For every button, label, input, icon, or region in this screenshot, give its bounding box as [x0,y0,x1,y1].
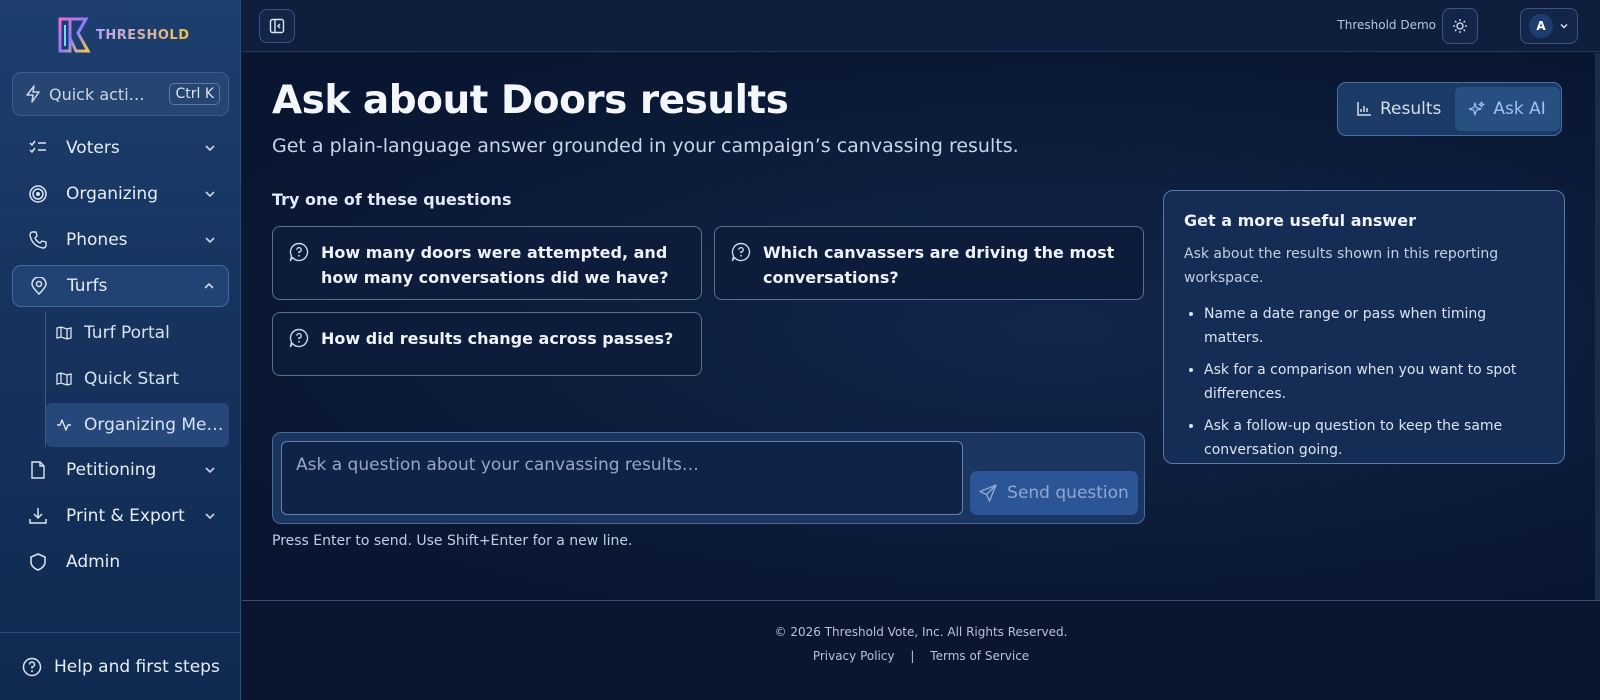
sidebar-nav: Voters Organizing Phones Turfs Turf Port… [12,127,229,587]
page-subtitle: Get a plain-language answer grounded in … [272,135,1019,157]
chevron-down-icon [1560,24,1568,29]
footer-links: Privacy Policy | Terms of Service [242,649,1600,663]
avatar: A [1529,14,1553,38]
panel-left-icon [269,18,285,34]
sidebar-item-label: Admin [66,552,121,572]
shield-icon [28,552,48,572]
suggested-question-text: How many doors were attempted, and how m… [321,243,669,287]
bar-chart-icon [1357,102,1371,116]
sidebar-toggle-button[interactable] [259,9,295,43]
help-circle-icon [22,657,42,676]
privacy-policy-link[interactable]: Privacy Policy [813,649,895,663]
brand-name: THRESHOLD [96,27,190,43]
document-icon [28,460,48,480]
page-title: Ask about Doors results [272,78,789,123]
sidebar-item-label: Print & Export [66,506,185,526]
sidebar-item-print-export[interactable]: Print & Export [12,495,229,537]
suggested-question-text: Which canvassers are driving the most co… [763,243,1115,287]
sidebar-item-voters[interactable]: Voters [12,127,229,169]
checklist-icon [28,138,48,158]
suggested-question[interactable]: How did results change across passes? [272,312,702,376]
activity-icon [56,417,72,433]
quick-actions-button[interactable]: Quick actions Ctrl K [12,72,229,116]
question-bubble-icon [289,328,309,348]
sidebar-subitem-label: Turf Portal [84,323,170,343]
quick-actions-label: Quick actions [49,84,149,104]
question-composer: Ask a question about your canvassing res… [272,432,1145,524]
sidebar-item-label: Voters [66,138,120,158]
chevron-down-icon [205,191,215,198]
tab-results-label: Results [1380,99,1442,119]
target-icon [28,184,48,204]
help-button[interactable]: Help and first steps [0,632,241,700]
chevron-down-icon [205,145,215,152]
sidebar-item-label: Organizing [66,184,158,204]
send-question-label: Send question [1007,483,1129,503]
sidebar-item-petitioning[interactable]: Petitioning [12,449,229,491]
lightning-icon [26,85,40,103]
question-bubble-icon [289,242,309,262]
sidebar-subitem-organizing-metrics[interactable]: Organizing Metrics [46,403,229,447]
top-bar: Threshold Demo A [242,0,1600,52]
map-pin-icon [29,276,49,296]
suggested-question[interactable]: How many doors were attempted, and how m… [272,226,702,300]
sidebar-item-turfs[interactable]: Turfs [12,265,229,307]
theme-toggle-button[interactable] [1442,8,1478,44]
organization-name: Threshold Demo [1337,18,1436,32]
tips-intro: Ask about the results shown in this repo… [1184,246,1499,286]
tips-list: Name a date range or pass when timing ma… [1184,302,1544,462]
sidebar-item-admin[interactable]: Admin [12,541,229,583]
sidebar-subitem-label: Organizing Metrics [84,415,224,435]
chevron-down-icon [205,237,215,244]
send-question-button[interactable]: Send question [970,471,1138,515]
brand-logo[interactable]: THRESHOLD [56,16,190,54]
footer: © 2026 Threshold Vote, Inc. All Rights R… [242,600,1600,700]
suggestions-heading: Try one of these questions [272,190,512,209]
question-bubble-icon [731,242,751,262]
scrollbar[interactable] [1595,53,1600,600]
chevron-down-icon [205,513,215,520]
main-content: Ask about Doors results Get a plain-lang… [242,53,1600,600]
suggested-question[interactable]: Which canvassers are driving the most co… [714,226,1144,300]
sidebar-item-phones[interactable]: Phones [12,219,229,261]
chevron-down-icon [205,467,215,474]
sidebar-item-organizing[interactable]: Organizing [12,173,229,215]
tips-title: Get a more useful answer [1184,211,1416,230]
copyright: © 2026 Threshold Vote, Inc. All Rights R… [774,625,1068,639]
threshold-logo-icon [58,17,91,53]
tip-item: Ask for a comparison when you want to sp… [1204,358,1544,406]
help-label: Help and first steps [54,656,220,677]
sidebar-subitem-quick-start[interactable]: Quick Start [46,357,229,401]
sidebar-subitem-turf-portal[interactable]: Turf Portal [46,311,229,355]
map-icon [56,325,72,341]
map-icon [56,371,72,387]
sidebar-subitem-label: Quick Start [84,369,180,389]
shortcut-badge: Ctrl K [169,83,220,105]
sidebar: THRESHOLD Quick actions Ctrl K Voters Or… [0,0,241,700]
chevron-up-icon [204,282,214,289]
turfs-submenu: Turf Portal Quick Start Organizing Metri… [45,311,229,447]
input-hint: Press Enter to send. Use Shift+Enter for… [272,533,633,549]
phone-icon [28,230,48,250]
tip-item: Ask a follow-up question to keep the sam… [1204,414,1544,462]
download-icon [28,506,48,526]
tab-results[interactable]: Results [1342,87,1455,131]
user-menu-button[interactable]: A [1520,8,1578,44]
tab-ask-ai-label: Ask AI [1493,99,1546,119]
send-icon [979,484,997,502]
question-input[interactable]: Ask a question about your canvassing res… [281,441,963,515]
footer-separator: | [910,649,915,663]
sidebar-item-label: Petitioning [66,460,157,480]
tips-card: Get a more useful answer Ask about the r… [1163,190,1565,464]
tip-item: Name a date range or pass when timing ma… [1204,302,1544,350]
terms-of-service-link[interactable]: Terms of Service [930,649,1029,663]
sidebar-item-label: Phones [66,230,128,250]
tab-ask-ai[interactable]: Ask AI [1455,87,1560,131]
sparkles-icon [1469,101,1485,116]
suggested-question-text: How did results change across passes? [321,329,674,348]
sun-icon [1453,19,1467,33]
view-switcher: Results Ask AI [1337,82,1562,136]
sidebar-item-label: Turfs [67,276,108,296]
